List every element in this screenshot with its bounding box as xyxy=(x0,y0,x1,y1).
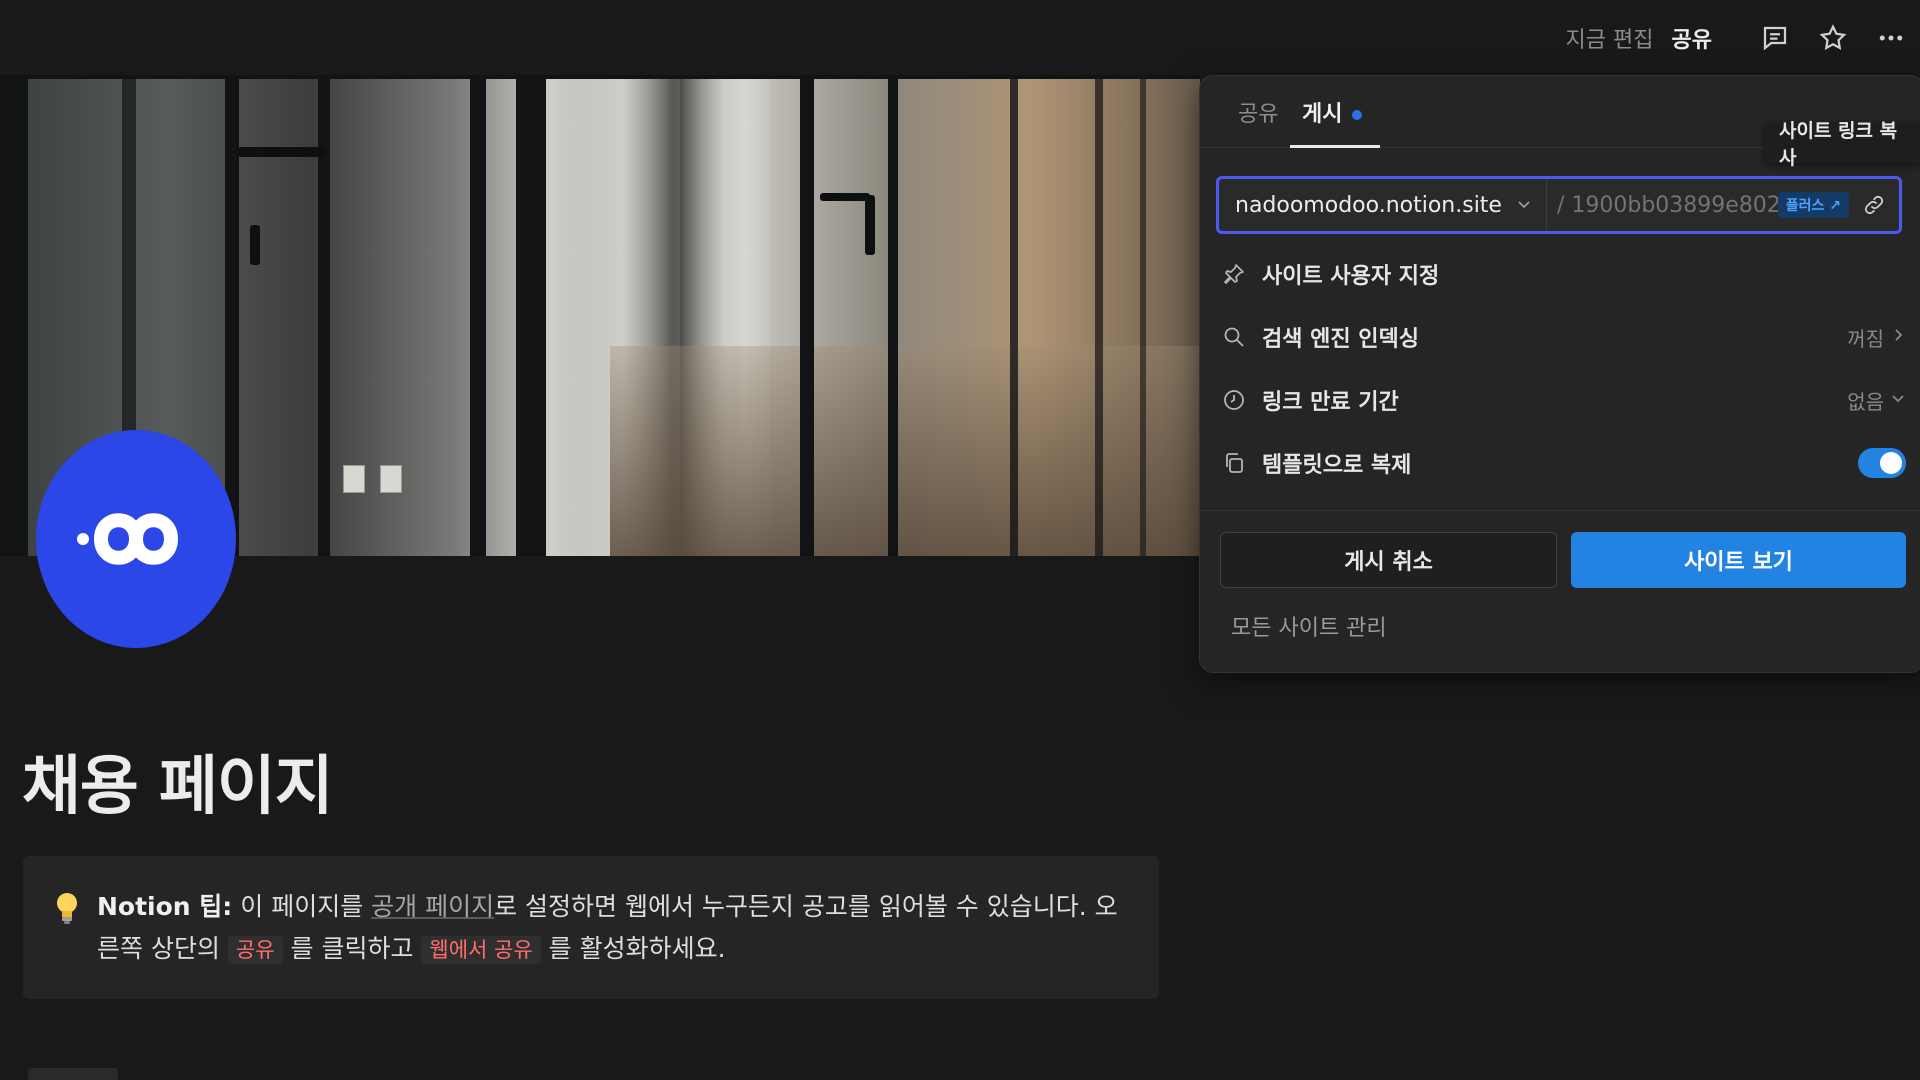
row-link-expiration[interactable]: 링크 만료 기간 없음 xyxy=(1220,372,1906,428)
tab-publish[interactable]: 게시 xyxy=(1290,96,1381,148)
url-slug[interactable]: / 1900bb03899e802... xyxy=(1547,193,1778,218)
next-block-stub xyxy=(28,1068,118,1080)
manage-all-sites-link[interactable]: 모든 사이트 관리 xyxy=(1231,610,1387,642)
clock-icon xyxy=(1220,386,1248,414)
editing-status: 지금 편집 xyxy=(1565,27,1654,53)
publish-panel: 공유 게시 사이트 링크 복사 nadoomodoo.notion.site /… xyxy=(1199,75,1920,673)
top-bar: 지금 편집 공유 xyxy=(0,0,1920,75)
top-bar-actions: 지금 편집 공유 xyxy=(1566,0,1920,75)
row-site-customization[interactable]: 사이트 사용자 지정 xyxy=(1220,246,1906,302)
chevron-down-icon xyxy=(1890,390,1906,410)
inline-code-share-to-web: 웹에서 공유 xyxy=(421,936,541,964)
row-label: 링크 만료 기간 xyxy=(1262,390,1399,415)
more-icon[interactable] xyxy=(1862,0,1920,75)
inline-code-share: 공유 xyxy=(227,936,283,964)
row-label: 사이트 사용자 지정 xyxy=(1262,264,1440,289)
callout-text-1: 이 페이지를 xyxy=(232,892,372,921)
tip-callout[interactable]: Notion 팁: 이 페이지를 공개 페이지로 설정하면 웹에서 누구든지 공… xyxy=(23,856,1159,999)
chevron-right-icon xyxy=(1890,327,1906,347)
search-icon xyxy=(1220,323,1248,351)
callout-text: Notion 팁: 이 페이지를 공개 페이지로 설정하면 웹에서 누구든지 공… xyxy=(97,886,1119,971)
star-icon[interactable] xyxy=(1804,0,1862,75)
view-site-button[interactable]: 사이트 보기 xyxy=(1571,532,1906,588)
chevron-down-icon xyxy=(1516,193,1532,218)
duplicate-template-toggle[interactable] xyxy=(1858,448,1906,478)
pin-icon xyxy=(1220,260,1248,288)
comment-icon[interactable] xyxy=(1746,0,1804,75)
public-page-link[interactable]: 공개 페이지 xyxy=(371,892,494,921)
copy-site-link-tooltip: 사이트 링크 복사 xyxy=(1765,120,1920,169)
tab-share[interactable]: 공유 xyxy=(1238,96,1278,148)
row-duplicate-as-template[interactable]: 템플릿으로 복제 xyxy=(1220,435,1906,491)
plus-plan-badge[interactable]: 플러스 ↗ xyxy=(1777,192,1849,218)
domain-text: nadoomodoo.notion.site xyxy=(1235,192,1502,218)
lightbulb-icon xyxy=(53,890,81,926)
indexing-value: 꺼짐 xyxy=(1847,326,1884,351)
panel-divider xyxy=(1200,510,1920,511)
domain-selector[interactable]: nadoomodoo.notion.site xyxy=(1219,179,1547,231)
callout-bold: Notion 팁: xyxy=(97,892,233,921)
row-label: 템플릿으로 복제 xyxy=(1262,453,1412,478)
duplicate-icon xyxy=(1220,449,1248,477)
copy-link-icon[interactable] xyxy=(1857,188,1891,222)
callout-text-3: 를 클릭하고 xyxy=(282,934,422,963)
infinity-logo-icon xyxy=(77,513,179,565)
expiration-value: 없음 xyxy=(1847,389,1884,414)
page-title[interactable]: 채용 페이지 xyxy=(22,735,334,827)
share-button[interactable]: 공유 xyxy=(1672,22,1712,54)
unpublish-button[interactable]: 게시 취소 xyxy=(1220,532,1557,588)
tab-publish-label: 게시 xyxy=(1302,102,1343,127)
row-search-indexing[interactable]: 검색 엔진 인덱싱 꺼짐 xyxy=(1220,309,1906,365)
site-url-field[interactable]: nadoomodoo.notion.site / 1900bb03899e802… xyxy=(1216,176,1902,234)
page-icon-logo[interactable] xyxy=(36,430,236,648)
published-indicator-dot xyxy=(1352,110,1363,120)
callout-text-4: 를 활성화하세요. xyxy=(540,934,726,963)
row-label: 검색 엔진 인덱싱 xyxy=(1262,327,1419,352)
